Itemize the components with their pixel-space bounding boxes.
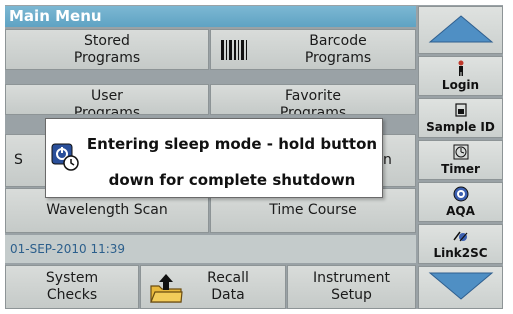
instrument-setup-button[interactable]: Instrument Setup bbox=[287, 265, 416, 309]
aqa-icon bbox=[453, 186, 469, 202]
power-icon bbox=[51, 143, 81, 177]
scroll-down-button[interactable] bbox=[418, 266, 503, 309]
user-programs-button[interactable]: User Programs bbox=[5, 84, 209, 115]
barcode-programs-label: Barcode Programs bbox=[304, 32, 372, 66]
stored-programs-button[interactable]: Stored Programs bbox=[5, 29, 209, 70]
timer-label: Timer bbox=[441, 162, 480, 176]
sample-id-button[interactable]: Sample ID bbox=[418, 98, 503, 138]
login-button[interactable]: Login bbox=[418, 56, 503, 96]
folder-upload-icon bbox=[149, 272, 183, 309]
link2sc-label: Link2SC bbox=[433, 246, 488, 260]
sample-id-icon bbox=[454, 102, 467, 118]
recall-data-button[interactable]: Recall Data bbox=[140, 265, 286, 309]
arrow-down-icon bbox=[428, 271, 494, 304]
aqa-label: AQA bbox=[446, 204, 475, 218]
recall-data-label: Recall Data bbox=[207, 270, 249, 303]
dialog-message-line1: Entering sleep mode - hold button bbox=[86, 135, 378, 153]
dialog-message-line2: down for complete shutdown bbox=[108, 171, 356, 189]
system-checks-label: System Checks bbox=[45, 270, 99, 303]
link2sc-button[interactable]: Link2SC bbox=[418, 224, 503, 264]
arrow-up-icon bbox=[428, 14, 494, 47]
sleep-mode-dialog: Entering sleep mode - hold button down f… bbox=[45, 118, 383, 198]
wavelength-scan-label: Wavelength Scan bbox=[46, 202, 168, 218]
system-checks-button[interactable]: System Checks bbox=[5, 265, 139, 309]
barcode-icon bbox=[221, 40, 251, 65]
stored-programs-label: Stored Programs bbox=[73, 32, 141, 66]
timer-icon bbox=[453, 144, 469, 160]
user-programs-label: User Programs bbox=[73, 88, 141, 115]
favorite-programs-label: Favorite Programs bbox=[279, 88, 347, 115]
link2sc-icon bbox=[451, 228, 471, 244]
date-time: 01-SEP-2010 11:39 bbox=[10, 242, 126, 256]
login-label: Login bbox=[441, 78, 480, 92]
instrument-setup-label: Instrument Setup bbox=[312, 270, 391, 303]
barcode-programs-button[interactable]: Barcode Programs bbox=[210, 29, 416, 70]
sample-id-label: Sample ID bbox=[426, 120, 495, 134]
menu-row3-left-label: S bbox=[14, 152, 23, 168]
favorite-programs-button[interactable]: Favorite Programs bbox=[210, 84, 416, 115]
status-bar: 01-SEP-2010 11:39 bbox=[5, 235, 416, 263]
scroll-up-button[interactable] bbox=[418, 6, 503, 54]
page-title: Main Menu bbox=[5, 6, 416, 27]
menu-row3-right-label: n bbox=[383, 152, 392, 168]
aqa-button[interactable]: AQA bbox=[418, 182, 503, 222]
person-icon bbox=[456, 60, 466, 76]
timer-button[interactable]: Timer bbox=[418, 140, 503, 180]
time-course-label: Time Course bbox=[269, 202, 357, 218]
